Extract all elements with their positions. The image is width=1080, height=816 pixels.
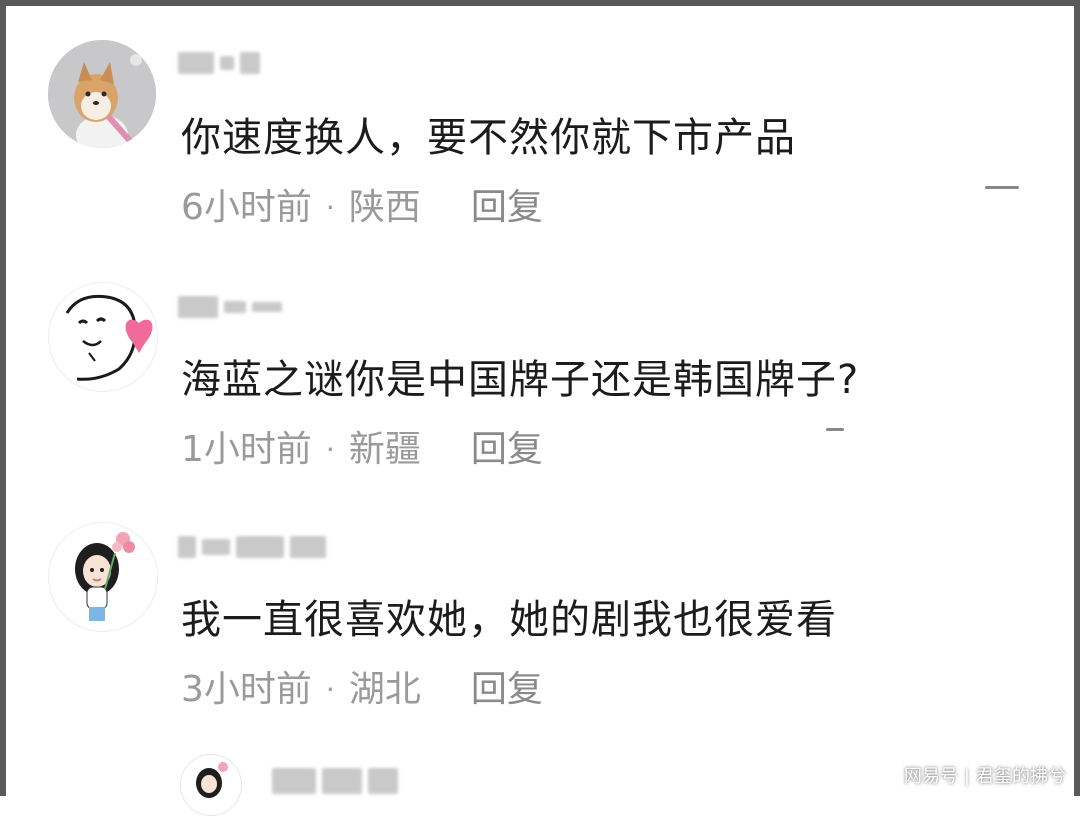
- cartoon-face-heart-avatar-icon[interactable]: [48, 282, 158, 392]
- watermark-author: 君玺的拂兮: [976, 766, 1066, 787]
- username-redacted[interactable]: [272, 766, 398, 796]
- comment-time: 1小时前: [181, 429, 312, 470]
- cartoon-girl-flowers-avatar-icon[interactable]: [180, 754, 242, 816]
- watermark-platform: 网易号: [903, 766, 958, 787]
- comment-meta: 3小时前 · 湖北 回复: [181, 668, 543, 712]
- comment-time: 3小时前: [181, 669, 312, 710]
- image-artifact: [985, 186, 1019, 189]
- comment-meta: 1小时前 · 新疆 回复: [181, 428, 543, 472]
- watermark: 网易号 | 君玺的拂兮: [904, 762, 1066, 788]
- cartoon-girl-flowers-avatar-icon[interactable]: [48, 522, 158, 632]
- meta-separator: ·: [325, 191, 335, 224]
- comment-meta: 6小时前 · 陕西 回复: [181, 186, 543, 230]
- meta-separator: ·: [325, 673, 335, 706]
- shiba-dog-avatar-icon[interactable]: [48, 40, 156, 148]
- username-redacted[interactable]: [178, 292, 282, 322]
- username-redacted[interactable]: [178, 532, 326, 562]
- meta-separator: ·: [325, 433, 335, 466]
- comment-text: 海蓝之谜你是中国牌子还是韩国牌子?: [181, 357, 860, 403]
- comment-time: 6小时前: [181, 187, 312, 228]
- comment-location: 湖北: [348, 669, 421, 710]
- comment-location: 陕西: [348, 187, 421, 228]
- image-artifact: [826, 428, 844, 431]
- watermark-separator: |: [963, 766, 970, 787]
- comment-text: 我一直很喜欢她，她的剧我也很爱看: [181, 597, 837, 643]
- comment-text: 你速度换人，要不然你就下市产品: [181, 115, 796, 161]
- reply-button[interactable]: 回复: [471, 668, 543, 712]
- comment-location: 新疆: [348, 429, 421, 470]
- username-redacted[interactable]: [178, 48, 260, 78]
- reply-button[interactable]: 回复: [471, 186, 543, 230]
- reply-button[interactable]: 回复: [471, 428, 543, 472]
